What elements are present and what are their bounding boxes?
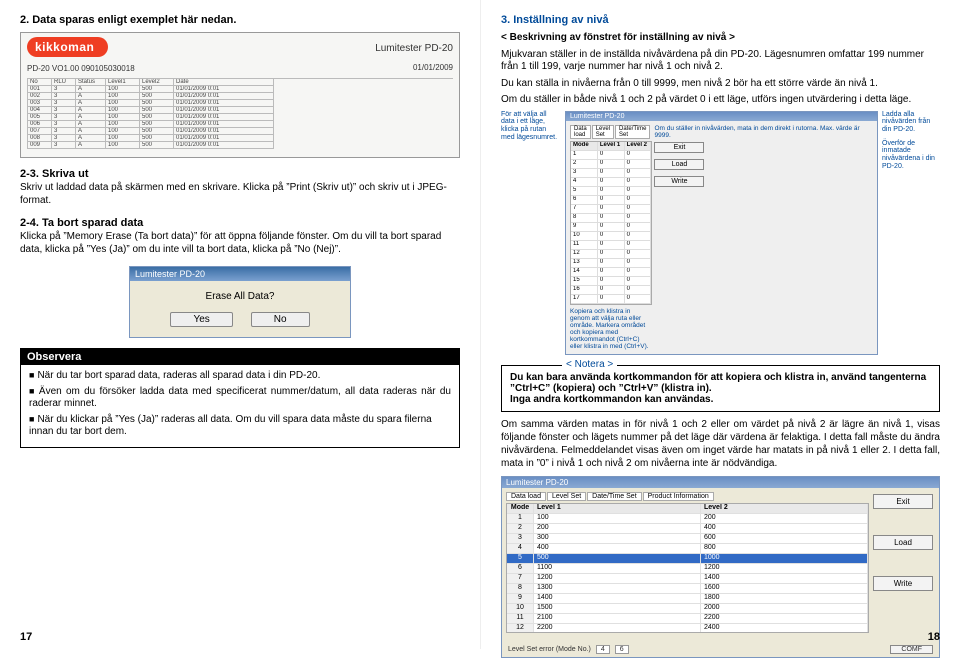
mini-grid[interactable]: ModeLevel 1Level 21002003004005006007008…: [570, 141, 652, 305]
section-2-title: 2. Data sparas enligt exemplet här nedan…: [20, 14, 460, 26]
section-3-title: 3. Inställning av nivå: [501, 14, 940, 26]
page-17: 2. Data sparas enligt exemplet här nedan…: [0, 0, 480, 649]
erase-dialog: Lumitester PD-20 Erase All Data? Yes No: [129, 266, 351, 338]
section-2-4: 2-4. Ta bort sparad data Klicka på ”Memo…: [20, 217, 460, 256]
mini-load-button[interactable]: Load: [654, 159, 704, 170]
dialog-title: Lumitester PD-20: [130, 267, 350, 281]
section-3-sub: < Beskrivning av fönstret för inställnin…: [501, 32, 940, 45]
page-number-18: 18: [928, 631, 940, 643]
bigwin-exit-button[interactable]: Exit: [873, 494, 933, 509]
figure-data-example: kikkoman Lumitester PD-20 PD-20 VO1.00 0…: [20, 32, 460, 158]
observera-box: Observera När du tar bort sparad data, r…: [20, 348, 460, 448]
footer-label: Level Set error (Mode No.): [508, 646, 591, 653]
footer-val-1: 4: [596, 645, 610, 654]
bigwin-footer: Level Set error (Mode No.) 4 6 COMF: [508, 645, 933, 654]
observera-title: Observera: [21, 349, 459, 365]
notera-box: < Notera > Du kan bara använda kortkomma…: [501, 365, 940, 412]
page-number-17: 17: [20, 631, 32, 643]
data-table: NoRLUStatusLevel1Level2Date0013A10050001…: [27, 78, 453, 149]
callout-e: Överför de inmatade nivåvärdena i din PD…: [882, 140, 940, 171]
callout-b: Om du ställer in nivåvärden, mata in dem…: [654, 125, 873, 139]
bigwin-write-button[interactable]: Write: [873, 576, 933, 591]
callout-row: För att välja all data i ett läge, klick…: [501, 111, 940, 356]
kikkoman-logo: kikkoman: [27, 37, 108, 57]
mini-write-button[interactable]: Write: [654, 176, 704, 187]
notera-label: < Notera >: [562, 359, 617, 370]
dialog-message: Erase All Data?: [140, 291, 340, 302]
callout-d: Ladda alla nivåvärden från din PD-20.: [882, 111, 940, 134]
bigwin-load-button[interactable]: Load: [873, 535, 933, 550]
mini-levelset-window: Lumitester PD-20 Data loadLevel SetDate/…: [565, 111, 878, 356]
footer-val-2: 6: [615, 645, 629, 654]
page-18: 3. Inställning av nivå < Beskrivning av …: [480, 0, 960, 649]
bigwin-grid[interactable]: ModeLevel 1Level 21100200220040033006004…: [506, 503, 869, 633]
callout-a: För att välja all data i ett läge, klick…: [501, 111, 561, 356]
error-paragraph: Om samma värden matas in för nivå 1 och …: [501, 418, 940, 470]
mini-tabs[interactable]: Data loadLevel SetDate/Time Set: [570, 125, 650, 139]
section-2-4-title: 2-4. Ta bort sparad data: [20, 217, 460, 229]
bigwin-tabs[interactable]: Data loadLevel SetDate/Time SetProduct I…: [506, 492, 869, 501]
model-label: Lumitester PD-20: [375, 43, 453, 54]
section-2-3: 2-3. Skriva ut Skriv ut laddad data på s…: [20, 168, 460, 207]
mini-exit-button[interactable]: Exit: [654, 142, 704, 153]
device-date: 01/01/2009: [413, 63, 453, 72]
no-button[interactable]: No: [251, 312, 310, 327]
mini-title: Lumitester PD-20: [566, 112, 877, 121]
callout-c: Kopiera och klistra in genom att välja r…: [570, 308, 650, 351]
device-id: PD-20 VO1.00 090105030018: [27, 64, 135, 73]
section-2-3-title: 2-3. Skriva ut: [20, 168, 460, 180]
footer-button[interactable]: COMF: [890, 645, 933, 654]
levelset-window-error: Lumitester PD-20 Data loadLevel SetDate/…: [501, 476, 940, 658]
bigwin-title: Lumitester PD-20: [502, 477, 939, 488]
yes-button[interactable]: Yes: [170, 312, 232, 327]
